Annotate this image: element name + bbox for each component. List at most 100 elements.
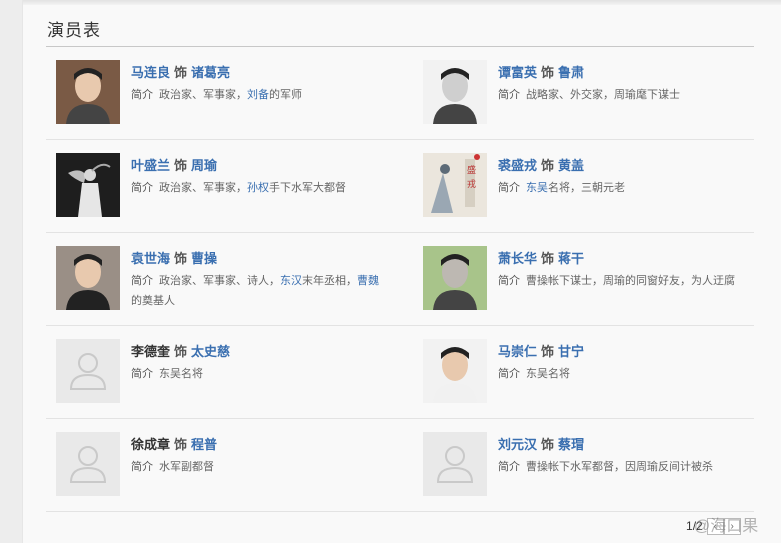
prev-page-button[interactable]: ‹ xyxy=(706,517,724,535)
actor-name-link[interactable]: 刘元汉 xyxy=(498,437,537,452)
actor-name-link[interactable]: 袁世海 xyxy=(131,251,170,266)
cast-member: 马连良饰诸葛亮简介 政治家、军事家，刘备的军师 xyxy=(46,47,400,139)
description-label: 简介 xyxy=(131,182,153,194)
cast-member: 叶盛兰饰周瑜 简介 政治家、军事家，孙权手下水军大都督 xyxy=(46,140,400,232)
plays-label: 饰 xyxy=(174,251,188,266)
cast-member: 徐成章饰程普简介 水军副都督 xyxy=(46,419,400,511)
role-name-link[interactable]: 诸葛亮 xyxy=(191,65,230,80)
role-name-link[interactable]: 蒋干 xyxy=(558,251,584,266)
role-name-link[interactable]: 太史慈 xyxy=(191,344,230,359)
plays-label: 饰 xyxy=(174,65,188,80)
next-page-button[interactable]: › xyxy=(723,517,741,535)
role-name-link[interactable]: 蔡瑁 xyxy=(558,437,584,452)
page-total: 2 xyxy=(696,519,703,533)
plays-label: 饰 xyxy=(541,344,555,359)
role-description: 简介 东吴名将 xyxy=(498,364,756,384)
role-description: 简介 曹操帐下谋士，周瑜的同窗好友，为人迂腐 xyxy=(498,271,756,291)
description-label: 简介 xyxy=(131,89,153,101)
actor-name-link[interactable]: 谭富英 xyxy=(498,65,537,80)
avatar-placeholder-icon[interactable] xyxy=(56,432,120,496)
cast-grid: 马连良饰诸葛亮 简介 政治家、军事家，刘备的军师 谭富英饰鲁肃 简介 战略家、外交家，周瑜… xyxy=(46,47,754,512)
actor-photo[interactable] xyxy=(423,246,487,310)
avatar-placeholder-icon[interactable] xyxy=(423,432,487,496)
cast-member: 李德奎饰太史慈 简介 东吴名将 xyxy=(46,326,400,418)
description-label: 简介 xyxy=(131,461,153,473)
description-text: 战略家、外交家，周瑜麾下谋士 xyxy=(526,89,680,101)
role-name-link[interactable]: 曹操 xyxy=(191,251,217,266)
role-description: 简介 战略家、外交家，周瑜麾下谋士 xyxy=(498,85,756,105)
cast-name-line: 马连良饰诸葛亮 xyxy=(131,62,230,81)
actor-photo[interactable] xyxy=(56,246,120,310)
actor-photo[interactable] xyxy=(423,60,487,124)
cast-member: 刘元汉饰蔡瑁简介 曹操帐下水军都督，因周瑜反间计被杀 xyxy=(413,419,767,511)
description-label: 简介 xyxy=(131,368,153,380)
role-name-link[interactable]: 程普 xyxy=(191,437,217,452)
description-link[interactable]: 孙权 xyxy=(247,182,269,194)
description-link[interactable]: 曹魏 xyxy=(357,275,379,287)
actor-name-link[interactable]: 萧长华 xyxy=(498,251,537,266)
plays-label: 饰 xyxy=(174,437,188,452)
cast-member: 谭富英饰鲁肃简介 战略家、外交家，周瑜麾下谋士 xyxy=(413,47,767,139)
role-description: 简介 水军副都督 xyxy=(131,457,389,477)
avatar-placeholder-icon[interactable] xyxy=(56,339,120,403)
cast-row: 李德奎饰太史慈 简介 东吴名将 马崇仁饰甘宁 简介 东吴名将 xyxy=(46,326,754,419)
actor-photo[interactable] xyxy=(56,60,120,124)
actor-photo[interactable] xyxy=(56,153,120,217)
cast-row: 马连良饰诸葛亮 简介 政治家、军事家，刘备的军师 谭富英饰鲁肃 简介 战略家、外交家，周瑜… xyxy=(46,47,754,140)
cast-name-line: 萧长华饰蒋干 xyxy=(498,248,584,267)
left-margin xyxy=(0,0,23,543)
role-name-link[interactable]: 黄盖 xyxy=(558,158,584,173)
role-description: 简介 政治家、军事家，孙权手下水军大都督 xyxy=(131,178,389,198)
description-link[interactable]: 刘备 xyxy=(247,89,269,101)
description-text: 曹操帐下水军都督，因周瑜反间计被杀 xyxy=(526,461,713,473)
description-text: 政治家、军事家， xyxy=(159,89,247,101)
page-indicator: 1/2 xyxy=(686,519,703,533)
cast-name-line: 马崇仁饰甘宁 xyxy=(498,341,584,360)
description-label: 简介 xyxy=(498,275,520,287)
actor-name-link[interactable]: 马连良 xyxy=(131,65,170,80)
description-text: 政治家、军事家、诗人， xyxy=(159,275,280,287)
cast-name-line: 谭富英饰鲁肃 xyxy=(498,62,584,81)
description-label: 简介 xyxy=(498,368,520,380)
description-text: 政治家、军事家， xyxy=(159,182,247,194)
cast-member: 萧长华饰蒋干简介 曹操帐下谋士，周瑜的同窗好友，为人迂腐 xyxy=(413,233,767,325)
plays-label: 饰 xyxy=(541,251,555,266)
chevron-right-icon: › xyxy=(730,520,734,532)
cast-row: 袁世海饰曹操 简介 政治家、军事家、诗人，东汉末年丞相，曹魏的奠基人 萧长华饰蒋干 简介… xyxy=(46,233,754,326)
plays-label: 饰 xyxy=(541,437,555,452)
role-description: 简介 政治家、军事家，刘备的军师 xyxy=(131,85,389,105)
description-text: 手下水军大都督 xyxy=(269,182,346,194)
role-name-link[interactable]: 鲁肃 xyxy=(558,65,584,80)
cast-member: 马崇仁饰甘宁简介 东吴名将 xyxy=(413,326,767,418)
description-label: 简介 xyxy=(498,182,520,194)
description-label: 简介 xyxy=(498,89,520,101)
actor-photo[interactable]: 盛戎 xyxy=(423,153,487,217)
actor-name-link[interactable]: 马崇仁 xyxy=(498,344,537,359)
role-name-link[interactable]: 周瑜 xyxy=(191,158,217,173)
cast-name-line: 袁世海饰曹操 xyxy=(131,248,217,267)
role-description: 简介 东吴名将，三朝元老 xyxy=(498,178,756,198)
actor-name-link[interactable]: 叶盛兰 xyxy=(131,158,170,173)
description-text: 的军师 xyxy=(269,89,302,101)
description-link[interactable]: 东汉 xyxy=(280,275,302,287)
pagination: 1/2 ‹ › xyxy=(686,516,741,536)
description-label: 简介 xyxy=(131,275,153,287)
description-text: 水军副都督 xyxy=(159,461,214,473)
section-title: 演员表 xyxy=(47,21,101,40)
actor-name-link[interactable]: 裘盛戎 xyxy=(498,158,537,173)
role-description: 简介 曹操帐下水军都督，因周瑜反间计被杀 xyxy=(498,457,756,477)
description-link[interactable]: 东吴 xyxy=(526,182,548,194)
actor-photo[interactable] xyxy=(423,339,487,403)
actor-name-link[interactable]: 徐成章 xyxy=(131,437,170,452)
role-name-link[interactable]: 甘宁 xyxy=(558,344,584,359)
cast-member: 盛戎裘盛戎饰黄盖 简介 东吴名将，三朝元老 xyxy=(413,140,767,232)
cast-member: 袁世海饰曹操 简介 政治家、军事家、诗人，东汉末年丞相，曹魏的奠基人 xyxy=(46,233,400,325)
cast-name-line: 刘元汉饰蔡瑁 xyxy=(498,434,584,453)
actor-name-link[interactable]: 李德奎 xyxy=(131,344,170,359)
svg-text:戎: 戎 xyxy=(467,178,476,189)
role-description: 简介 东吴名将 xyxy=(131,364,389,384)
svg-text:盛: 盛 xyxy=(467,164,476,175)
cast-name-line: 裘盛戎饰黄盖 xyxy=(498,155,584,174)
description-text: 东吴名将 xyxy=(526,368,570,380)
plays-label: 饰 xyxy=(541,158,555,173)
